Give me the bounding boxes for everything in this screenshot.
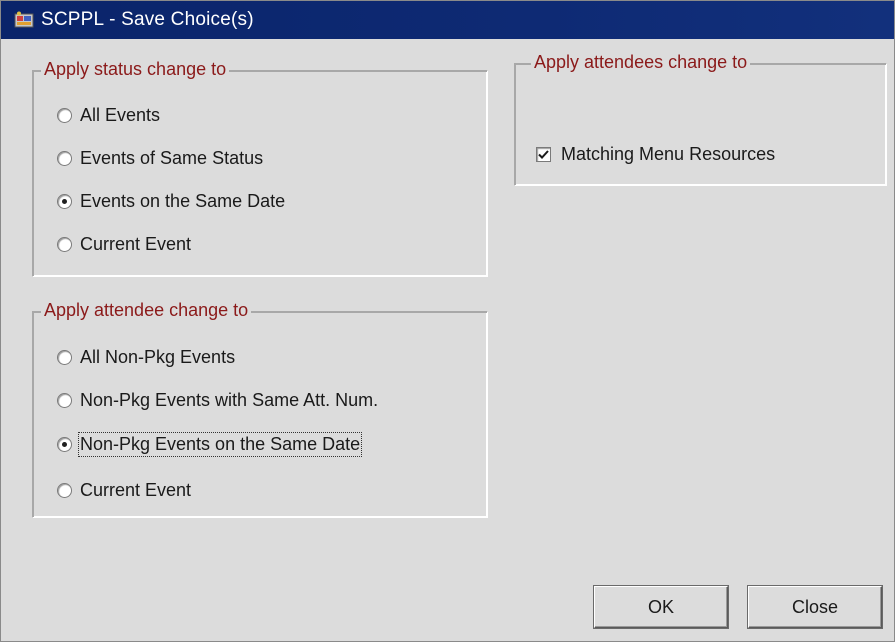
radio-button[interactable]	[57, 108, 72, 123]
checkbox-label: Matching Menu Resources	[561, 144, 776, 164]
radio-non-pkg-same-att-num[interactable]: Non-Pkg Events with Same Att. Num.	[57, 390, 378, 411]
radio-all-events[interactable]: All Events	[57, 105, 160, 126]
radio-label: Events on the Same Date	[80, 191, 286, 211]
radio-button[interactable]	[57, 350, 72, 365]
radio-button[interactable]	[57, 237, 72, 252]
radio-label: All Events	[80, 105, 161, 125]
radio-label: Current Event	[80, 234, 192, 254]
radio-button[interactable]	[57, 151, 72, 166]
radio-button[interactable]	[57, 437, 72, 452]
radio-current-event[interactable]: Current Event	[57, 234, 191, 255]
window-title: SCPPL - Save Choice(s)	[41, 9, 254, 30]
radio-label: Non-Pkg Events with Same Att. Num.	[80, 390, 379, 410]
save-choices-dialog: SCPPL - Save Choice(s) Apply status chan…	[0, 0, 895, 642]
radio-current-event-attendee[interactable]: Current Event	[57, 480, 191, 501]
attendees-change-group: Apply attendees change to	[514, 52, 887, 186]
radio-label: Current Event	[80, 480, 192, 500]
radio-events-same-date[interactable]: Events on the Same Date	[57, 191, 285, 212]
checkmark-icon	[538, 150, 549, 159]
radio-label: Non-Pkg Events on the Same Date	[77, 432, 363, 457]
matching-menu-resources-checkbox[interactable]: Matching Menu Resources	[536, 144, 775, 165]
radio-non-pkg-same-date[interactable]: Non-Pkg Events on the Same Date	[57, 432, 363, 457]
title-bar[interactable]: SCPPL - Save Choice(s)	[1, 1, 894, 39]
attendee-change-legend: Apply attendee change to	[41, 300, 252, 321]
radio-label: Events of Same Status	[80, 148, 264, 168]
app-icon	[13, 10, 35, 30]
radio-button[interactable]	[57, 393, 72, 408]
radio-all-non-pkg-events[interactable]: All Non-Pkg Events	[57, 347, 235, 368]
checkbox[interactable]	[536, 147, 551, 162]
status-change-legend: Apply status change to	[41, 59, 230, 80]
attendees-change-legend: Apply attendees change to	[531, 52, 751, 73]
radio-button[interactable]	[57, 194, 72, 209]
ok-button[interactable]: OK	[594, 586, 728, 628]
radio-events-same-status[interactable]: Events of Same Status	[57, 148, 263, 169]
radio-button[interactable]	[57, 483, 72, 498]
close-button[interactable]: Close	[748, 586, 882, 628]
radio-label: All Non-Pkg Events	[80, 347, 236, 367]
